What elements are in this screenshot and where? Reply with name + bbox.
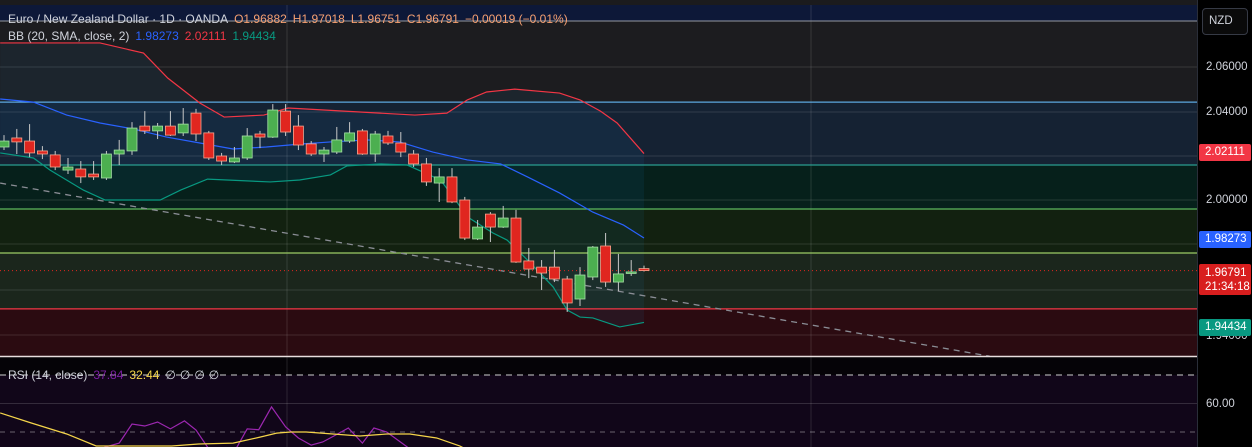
candle-body bbox=[510, 217, 522, 263]
candle-body bbox=[536, 266, 547, 274]
candle-body bbox=[49, 154, 61, 168]
change-value: −0.00019 (−0.01%) bbox=[464, 12, 568, 26]
candle-body bbox=[228, 157, 240, 163]
candle bbox=[510, 209, 522, 263]
price-tick: 2.04000 bbox=[1206, 106, 1248, 118]
open-value: O1.96882 bbox=[234, 12, 287, 26]
rsi-extra: ∅ bbox=[194, 368, 205, 382]
candle-body bbox=[638, 268, 650, 271]
rsi-extra: ∅ bbox=[165, 368, 176, 382]
candle-body bbox=[241, 135, 253, 159]
candle-body bbox=[331, 139, 343, 153]
candle-body bbox=[139, 125, 151, 132]
candle-body bbox=[472, 226, 484, 240]
candle-body bbox=[344, 132, 356, 142]
rsi-label[interactable]: RSI (14, close) bbox=[8, 368, 87, 382]
candle-body bbox=[37, 150, 48, 155]
price-tick: 2.00000 bbox=[1206, 194, 1248, 206]
candle-body bbox=[420, 163, 432, 183]
candle bbox=[203, 130, 215, 160]
candle-body bbox=[484, 213, 496, 228]
bb-upper-value: 2.02111 bbox=[184, 29, 227, 43]
currency-button[interactable]: NZD bbox=[1202, 8, 1248, 35]
price-axis[interactable]: 2.06000 2.04000 2.00000 1.94000 2.02111 … bbox=[1197, 0, 1252, 447]
candle-body bbox=[549, 266, 560, 280]
candle-body bbox=[561, 278, 573, 304]
candle-body bbox=[446, 176, 458, 203]
candle bbox=[587, 245, 599, 281]
rsi-legend: RSI (14, close) 37.84 32.44 ∅ ∅ ∅ ∅ bbox=[8, 368, 225, 382]
candle-body bbox=[408, 153, 420, 165]
high-value: H1.97018 bbox=[292, 12, 345, 26]
candle-body bbox=[126, 127, 138, 152]
candle-body bbox=[497, 217, 509, 228]
candle bbox=[356, 128, 368, 155]
candle-body bbox=[292, 125, 304, 146]
candle-body bbox=[24, 140, 36, 154]
candle-body bbox=[113, 149, 125, 155]
candle-body bbox=[433, 176, 445, 184]
candle-body bbox=[75, 168, 87, 178]
bb-basis-value: 1.98273 bbox=[135, 29, 179, 43]
close-value: C1.96791 bbox=[406, 12, 459, 26]
top-bar bbox=[0, 0, 1197, 5]
candle-body bbox=[459, 199, 471, 239]
bb-upper-badge: 2.02111 bbox=[1199, 144, 1251, 161]
last-price-badge: 1.96791 21:34:18 bbox=[1199, 264, 1251, 295]
bar-countdown: 21:34:18 bbox=[1205, 281, 1250, 293]
candle-body bbox=[600, 245, 611, 283]
candle-body bbox=[177, 123, 189, 134]
candle-body bbox=[587, 246, 599, 278]
candle-body bbox=[152, 125, 164, 132]
rsi-extra: ∅ bbox=[179, 368, 191, 382]
candle bbox=[101, 150, 112, 180]
candle-body bbox=[574, 274, 586, 300]
rsi-value: 37.84 bbox=[93, 368, 124, 382]
rsi-ma-value: 32.44 bbox=[129, 368, 160, 382]
last-price: 1.96791 bbox=[1205, 267, 1247, 279]
low-value: L1.96751 bbox=[350, 12, 401, 26]
candle-body bbox=[625, 271, 637, 274]
symbol-title[interactable]: Euro / New Zealand Dollar · 1D · OANDA bbox=[8, 12, 228, 26]
candle-body bbox=[280, 110, 292, 133]
candle-body bbox=[0, 140, 10, 148]
bb-lower-value: 1.94434 bbox=[232, 29, 276, 43]
candle-body bbox=[190, 112, 202, 135]
candle-body bbox=[356, 130, 368, 155]
rsi-tick: 60.00 bbox=[1206, 398, 1235, 410]
bb-label[interactable]: BB (20, SMA, close, 2) bbox=[8, 29, 129, 43]
candle-body bbox=[382, 135, 394, 144]
candle-body bbox=[62, 166, 74, 171]
candle bbox=[459, 196, 471, 241]
candle-body bbox=[318, 149, 330, 155]
bb-lower-badge: 1.94434 bbox=[1199, 319, 1251, 336]
candle-body bbox=[267, 109, 279, 138]
candle-body bbox=[101, 153, 112, 179]
price-tick: 2.06000 bbox=[1206, 61, 1248, 73]
candle-body bbox=[613, 273, 624, 283]
candle-body bbox=[11, 137, 23, 143]
candle-body bbox=[369, 133, 381, 155]
symbol-legend: Euro / New Zealand Dollar · 1D · OANDA O1… bbox=[8, 12, 574, 26]
candle-body bbox=[523, 260, 535, 270]
candle-body bbox=[164, 125, 176, 136]
bollinger-legend: BB (20, SMA, close, 2) 1.98273 2.02111 1.94… bbox=[8, 29, 282, 43]
candle-body bbox=[216, 155, 228, 162]
candle-body bbox=[254, 133, 266, 138]
bb-basis-badge: 1.98273 bbox=[1199, 231, 1251, 248]
candle-body bbox=[395, 142, 407, 153]
candle-body bbox=[305, 143, 317, 155]
candle-body bbox=[88, 173, 99, 178]
rsi-extra: ∅ bbox=[208, 368, 220, 382]
candle-body bbox=[203, 132, 215, 159]
